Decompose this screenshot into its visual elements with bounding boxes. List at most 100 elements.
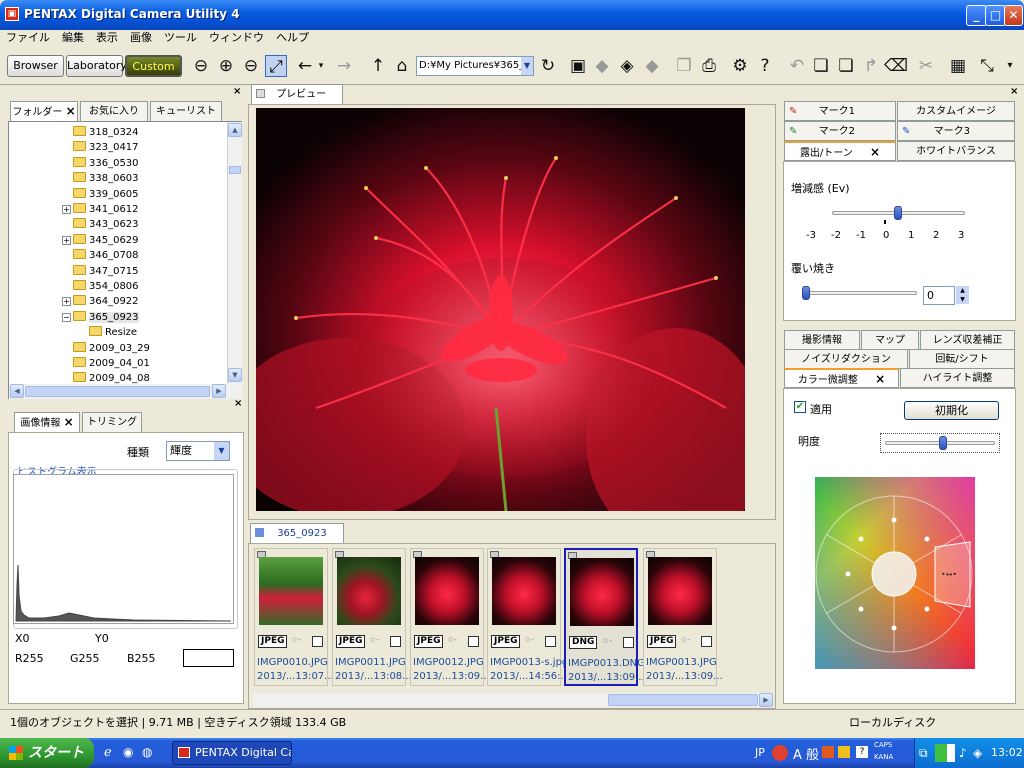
tab-folder[interactable]: フォルダー × — [10, 101, 78, 121]
tab-mark1[interactable]: ✎ マーク1 — [784, 101, 896, 121]
signal-icon[interactable] — [935, 744, 955, 762]
gear-icon[interactable]: ⚙ — [729, 55, 751, 77]
fullscreen-icon[interactable]: ⤡ — [976, 55, 998, 77]
refresh-icon[interactable]: ↻ — [537, 55, 559, 77]
close-icon[interactable]: × — [233, 86, 241, 97]
media-icon[interactable]: ◉ — [123, 745, 133, 759]
thumbnail-item[interactable]: DNG ☆- IMGP0013.DNG 2013/...13:09... — [564, 548, 645, 686]
undo-icon[interactable]: ↶ — [786, 55, 808, 77]
grid-icon[interactable]: ▦ — [947, 55, 969, 77]
zoom-fit-icon[interactable]: ⊖ — [190, 55, 212, 77]
scrollbar-thumb[interactable] — [608, 694, 758, 706]
folder-item[interactable]: Resize — [89, 325, 137, 340]
window-cascade-icon[interactable]: ❏ — [810, 55, 832, 77]
taskbar-task-pentax[interactable]: PENTAX Digital Cam... — [172, 741, 292, 765]
expand-icon[interactable]: + — [62, 297, 71, 307]
tab-mark3[interactable]: ✎ マーク3 — [897, 121, 1015, 141]
zoom-in-icon[interactable]: ⊕ — [215, 55, 237, 77]
rating-icon[interactable]: ☆- — [291, 635, 301, 644]
folder-item[interactable]: 338_0603 — [73, 171, 139, 186]
spin-up-icon[interactable]: ▲ — [956, 286, 969, 295]
menu-image[interactable]: 画像 — [130, 30, 152, 47]
tab-map[interactable]: マップ — [861, 330, 919, 350]
thumbnail-item[interactable]: JPEG ☆- IMGP0010.JPG 2013/...13:07... — [254, 548, 334, 686]
dodge-value-input[interactable]: 0 — [923, 286, 955, 305]
camera-icon[interactable]: ▣ — [5, 7, 19, 21]
reset-button[interactable]: 初期化 — [904, 401, 999, 420]
apply-checkbox[interactable]: ✔ — [794, 401, 806, 413]
antivirus-icon[interactable]: ◈ — [973, 746, 982, 760]
folder-item[interactable]: 2009_04_08 — [73, 371, 150, 384]
dodge-slider-track[interactable] — [804, 291, 917, 295]
scrollbar-thumb[interactable] — [229, 166, 241, 174]
select-checkbox[interactable] — [312, 636, 323, 647]
toolbar-overflow-icon[interactable]: ▾ — [1003, 55, 1017, 77]
brightness-slider[interactable] — [880, 433, 1000, 453]
folder-item[interactable]: 365_0923 — [73, 310, 139, 325]
scroll-left-icon[interactable]: ◀ — [10, 384, 24, 398]
thumbnail-item[interactable]: JPEG ☆- IMGP0012.JPG 2013/...13:09... — [410, 548, 490, 686]
diamond-icon[interactable]: ◆ — [591, 55, 613, 77]
select-checkbox[interactable] — [701, 636, 712, 647]
tab-noise-reduction[interactable]: ノイズリダクション — [784, 349, 908, 369]
thumbnail-image[interactable] — [415, 557, 479, 625]
ime-dict-icon[interactable] — [838, 746, 850, 758]
zoom-out-icon[interactable]: ⊖ — [240, 55, 262, 77]
thumbnail-image[interactable] — [570, 558, 634, 626]
folder-item[interactable]: 318_0324 — [73, 125, 139, 140]
folder-item[interactable]: 345_0629 — [73, 233, 139, 248]
tab-lens-correction[interactable]: レンズ収差補正 — [920, 330, 1015, 350]
scrollbar-horizontal[interactable]: ◀ ▶ — [9, 384, 242, 399]
color-wheel[interactable]: •↔• — [815, 477, 975, 669]
folder-item[interactable]: 346_0708 — [73, 248, 139, 263]
select-checkbox[interactable] — [390, 636, 401, 647]
tool-icon[interactable]: ✂ — [915, 55, 937, 77]
chevron-down-icon[interactable]: ▼ — [214, 442, 229, 460]
close-icon[interactable]: × — [64, 415, 74, 429]
select-checkbox[interactable] — [623, 637, 634, 648]
collapse-icon[interactable]: − — [62, 312, 71, 322]
tab-queue-list[interactable]: キューリスト — [150, 101, 222, 121]
tab-preview[interactable]: プレビュー × — [251, 84, 343, 120]
spin-down-icon[interactable]: ▼ — [956, 295, 969, 304]
help-icon[interactable]: ? — [856, 746, 868, 758]
back-dropdown-icon[interactable]: ▾ — [316, 55, 326, 77]
select-checkbox[interactable] — [545, 636, 556, 647]
rating-icon[interactable]: ☆- — [524, 635, 534, 644]
preview-image[interactable] — [256, 108, 745, 511]
firefox-icon[interactable]: ◍ — [142, 745, 152, 759]
tab-custom-image[interactable]: カスタムイメージ — [897, 101, 1015, 121]
close-icon[interactable]: × — [870, 145, 880, 159]
rating-icon[interactable]: ☆- — [680, 635, 690, 644]
scrollbar-thumb[interactable] — [25, 386, 210, 397]
thumbnail-image[interactable] — [492, 557, 556, 625]
tab-mark2[interactable]: ✎ マーク2 — [784, 121, 896, 141]
fit-view-icon[interactable]: ⤢ — [265, 55, 287, 77]
folder-item[interactable]: 354_0806 — [73, 279, 139, 294]
laboratory-mode-button[interactable]: Laboratory — [66, 55, 127, 77]
tab-white-balance[interactable]: ホワイトバランス — [897, 141, 1015, 161]
close-button[interactable]: ✕ — [1004, 5, 1023, 26]
folder-item[interactable]: 347_0715 — [73, 264, 139, 279]
folder-item[interactable]: 2009_03_29 — [73, 341, 150, 356]
tab-image-info[interactable]: 画像情報 × — [14, 412, 80, 432]
rating-icon[interactable]: ☆- — [447, 635, 457, 644]
rating-icon[interactable]: ☆- — [602, 636, 612, 645]
scroll-right-icon[interactable]: ▶ — [759, 693, 773, 707]
window-layout-icon[interactable]: ▣ — [567, 55, 589, 77]
tab-shooting-info[interactable]: 撮影情報 — [784, 330, 860, 350]
ime-tool-icon[interactable] — [822, 746, 834, 758]
dodge-slider-thumb[interactable] — [802, 286, 810, 300]
thumbnail-image[interactable] — [259, 557, 323, 625]
folder-item[interactable]: 343_0623 — [73, 217, 139, 232]
menu-window[interactable]: ウィンドウ — [209, 30, 264, 47]
print-icon[interactable]: ⎙ — [698, 55, 720, 77]
scroll-up-icon[interactable]: ▲ — [228, 123, 242, 137]
close-icon[interactable]: × — [66, 104, 76, 118]
back-arrow-icon[interactable]: ← — [294, 55, 316, 77]
custom-mode-button[interactable]: Custom — [125, 55, 182, 77]
ime-mode[interactable]: A 般 — [793, 744, 819, 763]
trash-icon[interactable]: ⌫ — [884, 55, 908, 77]
menu-file[interactable]: ファイル — [6, 30, 50, 47]
ev-slider-thumb[interactable] — [893, 206, 902, 220]
